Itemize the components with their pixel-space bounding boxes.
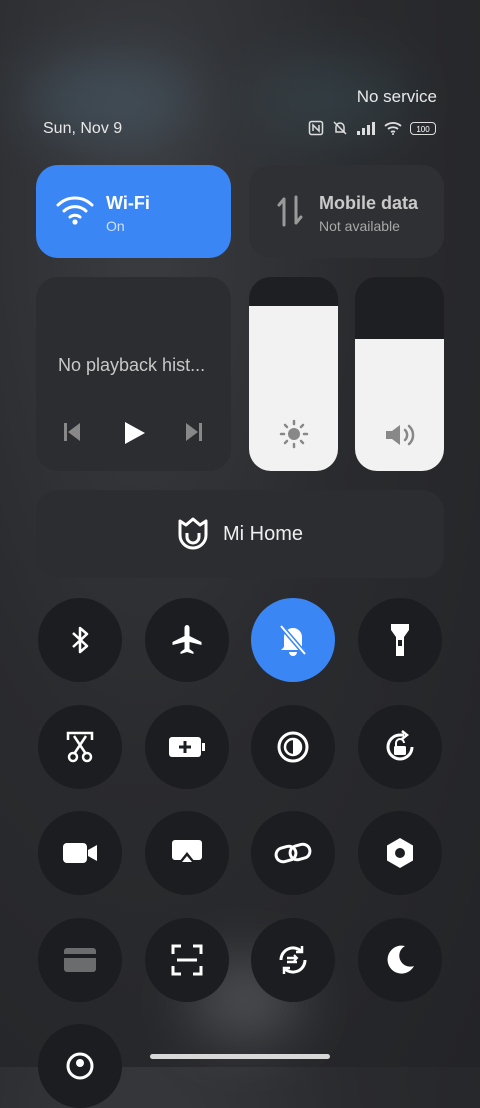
play-icon[interactable] bbox=[121, 420, 147, 451]
status-icons: 100 bbox=[308, 120, 436, 136]
previous-track-icon[interactable] bbox=[63, 420, 81, 449]
brightness-slider[interactable] bbox=[249, 277, 338, 471]
mi-home-icon bbox=[178, 517, 208, 550]
battery-icon: 100 bbox=[410, 121, 436, 135]
volume-slider[interactable] bbox=[355, 277, 444, 471]
link-toggle[interactable] bbox=[251, 811, 335, 895]
airplane-icon bbox=[172, 625, 202, 654]
bluetooth-icon bbox=[72, 626, 89, 654]
cast-screen-icon bbox=[172, 840, 202, 862]
flashlight-icon bbox=[391, 624, 409, 656]
mute-bell-icon bbox=[279, 624, 307, 656]
wifi-icon bbox=[56, 193, 94, 232]
media-status-text: No playback hist... bbox=[58, 355, 206, 375]
mobile-data-icon bbox=[275, 193, 305, 234]
card-icon bbox=[64, 948, 96, 972]
moon-icon bbox=[387, 945, 414, 974]
mobile-data-title: Mobile data bbox=[319, 193, 419, 213]
partial-toggle[interactable] bbox=[38, 1024, 122, 1108]
scanner-toggle[interactable] bbox=[145, 918, 229, 1002]
location-icon bbox=[66, 1052, 94, 1080]
settings-toggle[interactable] bbox=[358, 811, 442, 895]
signal-icon bbox=[357, 122, 375, 135]
flashlight-toggle[interactable] bbox=[358, 598, 442, 682]
airplane-mode-toggle[interactable] bbox=[145, 598, 229, 682]
bluetooth-toggle[interactable] bbox=[38, 598, 122, 682]
battery-plus-icon bbox=[169, 737, 205, 757]
volume-fill bbox=[355, 339, 444, 471]
volume-icon bbox=[355, 421, 444, 449]
scan-icon bbox=[171, 944, 203, 976]
mobile-data-status: Not available bbox=[319, 218, 400, 234]
screenshot-toggle[interactable] bbox=[38, 705, 122, 789]
dark-mode-toggle[interactable] bbox=[358, 918, 442, 1002]
mute-icon bbox=[333, 121, 347, 135]
wifi-status-icon bbox=[384, 122, 402, 135]
home-indicator[interactable] bbox=[150, 1054, 330, 1059]
auto-rotate-toggle[interactable] bbox=[358, 705, 442, 789]
wifi-tile[interactable]: Wi-Fi On bbox=[36, 165, 231, 258]
nfc-icon bbox=[308, 120, 324, 136]
cast-toggle[interactable] bbox=[145, 811, 229, 895]
mi-home-label: Mi Home bbox=[222, 522, 303, 545]
next-track-icon[interactable] bbox=[185, 420, 203, 449]
link-icon bbox=[274, 842, 312, 864]
scissors-icon bbox=[66, 731, 94, 763]
sync-icon bbox=[279, 946, 307, 974]
mi-home-tile[interactable]: Mi Home bbox=[36, 490, 444, 578]
card-toggle[interactable] bbox=[38, 918, 122, 1002]
screen-recorder-toggle[interactable] bbox=[38, 811, 122, 895]
reading-mode-toggle[interactable] bbox=[251, 705, 335, 789]
sync-toggle[interactable] bbox=[251, 918, 335, 1002]
contrast-icon bbox=[277, 731, 309, 763]
video-camera-icon bbox=[63, 843, 97, 863]
wifi-status: On bbox=[106, 218, 125, 234]
carrier-status: No service bbox=[356, 87, 437, 106]
mobile-data-tile[interactable]: Mobile data Not available bbox=[249, 165, 444, 258]
date-label: Sun, Nov 9 bbox=[43, 120, 123, 137]
battery-saver-toggle[interactable] bbox=[145, 705, 229, 789]
wifi-title: Wi-Fi bbox=[106, 193, 150, 213]
hexagon-nut-icon bbox=[387, 838, 413, 868]
brightness-icon bbox=[249, 419, 338, 449]
rotate-lock-icon bbox=[386, 730, 414, 761]
silent-mode-toggle[interactable] bbox=[251, 598, 335, 682]
